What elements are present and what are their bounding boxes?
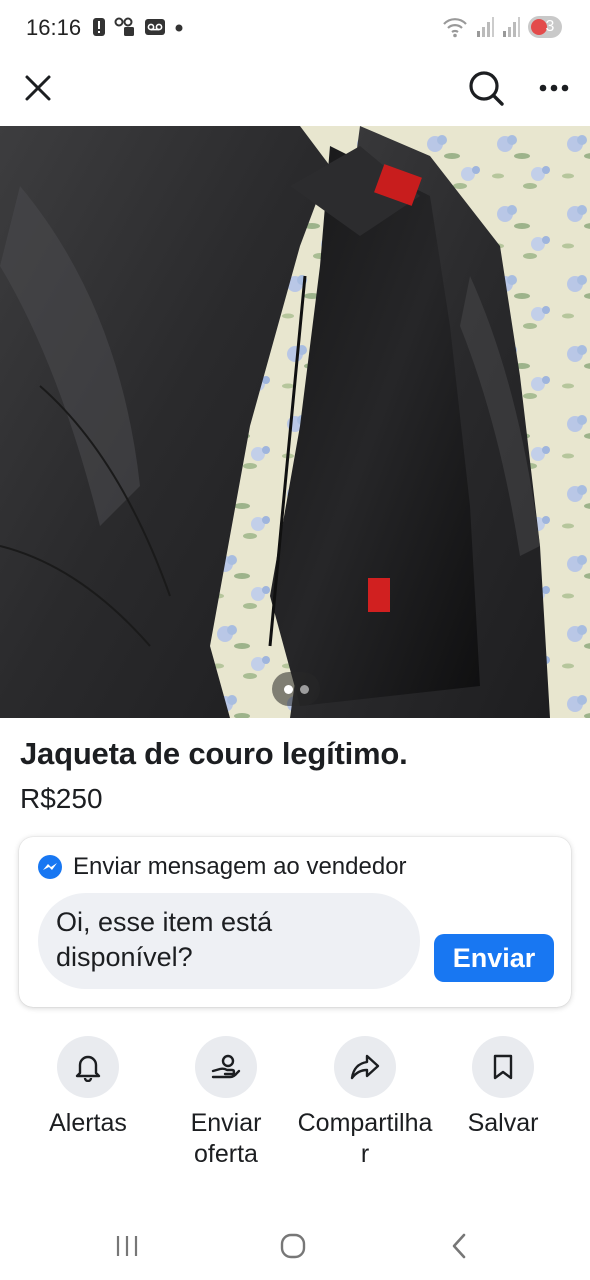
offer-circle [195, 1036, 257, 1098]
more-options-button[interactable] [532, 66, 576, 110]
message-card-title: Enviar mensagem ao vendedor [73, 853, 407, 880]
listing-photo[interactable] [0, 126, 590, 718]
search-icon [469, 71, 504, 106]
dot-icon [175, 24, 183, 32]
pagination-dot [299, 684, 309, 694]
share-circle [334, 1036, 396, 1098]
share-icon [350, 1054, 380, 1080]
system-nav-bar [0, 1212, 590, 1280]
battery-icon: 3 [528, 16, 562, 38]
photo-pagination [272, 672, 320, 706]
status-bar: 16:16 3 [0, 0, 590, 56]
share-label: Compartilhar [297, 1109, 433, 1168]
wifi-icon [443, 18, 467, 38]
signal-icon [477, 17, 494, 37]
pagination-dot [283, 684, 293, 694]
alerts-button[interactable]: Alertas [18, 1036, 158, 1139]
more-icon [539, 84, 569, 92]
battery-level: 3 [545, 18, 555, 35]
send-offer-label: Enviar oferta [190, 1109, 262, 1168]
home-icon [280, 1233, 306, 1259]
alert-icon [93, 18, 105, 36]
recents-button[interactable] [102, 1226, 152, 1266]
jacket-image [0, 126, 590, 718]
share-button[interactable]: Compartilhar [295, 1036, 435, 1170]
back-button[interactable] [434, 1226, 484, 1266]
voicemail-icon [145, 19, 165, 35]
back-icon [452, 1233, 466, 1259]
home-button[interactable] [268, 1226, 318, 1266]
close-button[interactable] [18, 68, 58, 108]
offer-icon [211, 1054, 241, 1079]
send-offer-button[interactable]: Enviar oferta [156, 1036, 296, 1170]
close-icon [25, 75, 51, 101]
action-row: Alertas Enviar oferta Compartilhar Salva… [0, 1036, 590, 1186]
alerts-circle [57, 1036, 119, 1098]
status-time: 16:16 [26, 15, 82, 40]
bell-icon [75, 1055, 101, 1082]
listing-price: R$250 [20, 783, 103, 814]
signal-icon [503, 17, 520, 37]
search-button[interactable] [464, 66, 508, 110]
recents-icon [116, 1236, 138, 1256]
message-card-header: Enviar mensagem ao vendedor [37, 853, 407, 881]
messenger-icon [38, 855, 62, 879]
vpn-icon [114, 17, 134, 36]
status-icons-right: 3 [442, 15, 562, 39]
message-seller-card: Enviar mensagem ao vendedor Oi, esse ite… [19, 837, 571, 1007]
bookmark-icon [493, 1054, 513, 1080]
alerts-label: Alertas [49, 1109, 127, 1137]
save-label: Salvar [467, 1109, 539, 1137]
save-circle [472, 1036, 534, 1098]
send-button[interactable]: Enviar [434, 934, 554, 982]
top-app-bar [0, 56, 590, 126]
save-button[interactable]: Salvar [433, 1036, 573, 1139]
status-icons-left [92, 17, 184, 37]
message-input[interactable]: Oi, esse item está disponível? [38, 893, 420, 989]
listing-title: Jaqueta de couro legítimo. [20, 736, 408, 771]
